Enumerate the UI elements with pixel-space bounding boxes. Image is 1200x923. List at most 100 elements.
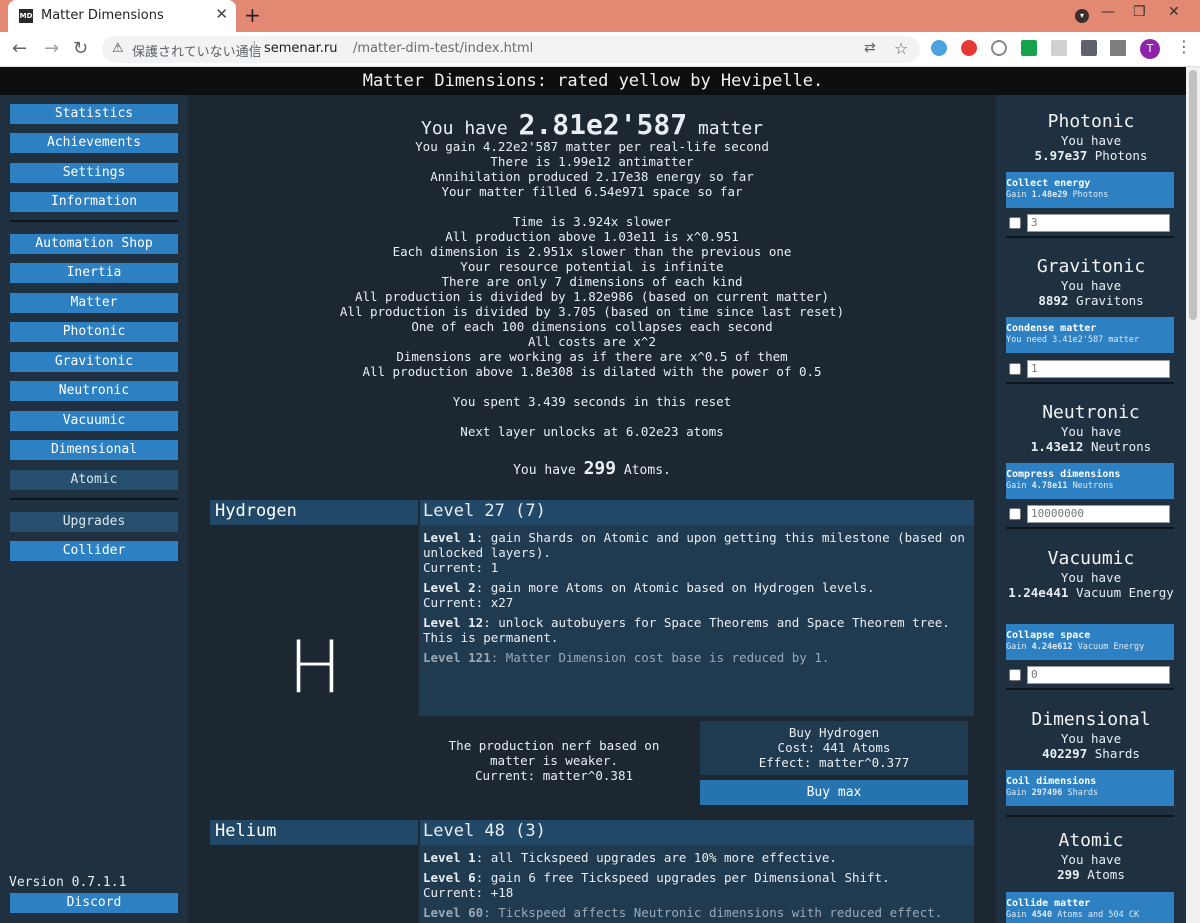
button-label: Compress dimensions xyxy=(1006,469,1121,480)
address-bar[interactable]: ⚠ 保護されていない通信 | semenar.ru /matter-dim-te… xyxy=(102,36,920,63)
resource-amount: 402297 xyxy=(1042,746,1088,761)
tab-matter[interactable]: Matter xyxy=(10,293,178,313)
warning-icon: ⚠ xyxy=(112,41,124,56)
header-divider xyxy=(418,500,420,525)
page-title: Matter Dimensions: rated yellow by Hevip… xyxy=(0,67,1186,95)
button-sub: Gain 297496 Shards xyxy=(1006,788,1099,798)
translate-icon[interactable]: ⇄ xyxy=(864,40,876,56)
version-label: Version 0.7.1.1 xyxy=(9,875,127,890)
have-label: You have xyxy=(1060,852,1122,867)
buy-effect: Effect: matter^0.377 xyxy=(758,755,910,770)
more-menu-icon[interactable]: ⋮ xyxy=(1176,37,1192,56)
resource-amount: 8892 xyxy=(1038,293,1069,308)
browser-tab[interactable]: MD Matter Dimensions ✕ xyxy=(8,0,236,32)
tab-neutronic[interactable]: Neutronic xyxy=(10,381,178,401)
back-icon[interactable]: ← xyxy=(12,38,27,59)
autobuyer-checkbox[interactable] xyxy=(1009,217,1021,229)
buy-hydrogen-button[interactable]: Buy Hydrogen Cost: 441 Atoms Effect: mat… xyxy=(700,721,968,775)
spent-time: You spent 3.439 seconds in this reset xyxy=(452,394,732,409)
scrollbar-thumb[interactable] xyxy=(1189,70,1197,320)
checkmark-icon[interactable] xyxy=(1021,40,1037,56)
achievements-button[interactable]: Achievements xyxy=(10,133,178,153)
close-tab-icon[interactable]: ✕ xyxy=(215,5,228,23)
have-label: You have xyxy=(1060,570,1122,585)
compress-dimensions-button[interactable]: Compress dimensions Gain 4.78e11 Neutron… xyxy=(1006,463,1174,499)
tab-search-icon[interactable]: ▾ xyxy=(1075,9,1089,23)
media-queue-icon[interactable] xyxy=(1110,40,1126,56)
have-suffix: matter xyxy=(697,118,763,139)
autobuyer-input[interactable]: 3 xyxy=(1027,214,1170,232)
tab-automation-shop[interactable]: Automation Shop xyxy=(10,234,178,254)
panel-title: Dimensional xyxy=(1031,709,1151,730)
reload-icon[interactable]: ↻ xyxy=(73,38,88,59)
challenge-line: Dimensions are working as if there are x… xyxy=(396,349,788,364)
challenge-line: Your resource potential is infinite xyxy=(460,259,724,274)
tab-dimensional[interactable]: Dimensional xyxy=(10,440,178,460)
nerf-line: matter is weaker. xyxy=(490,753,618,768)
photonic-panel: Photonic You have 5.97e37 Photons xyxy=(996,111,1186,163)
tab-upgrades[interactable]: Upgrades xyxy=(10,512,178,532)
information-button[interactable]: Information xyxy=(10,192,178,212)
condense-matter-button[interactable]: Condense matter You need 3.41e2'587 matt… xyxy=(1006,317,1174,353)
autobuyer-checkbox[interactable] xyxy=(1009,363,1021,375)
milestone-current: Current: +18 xyxy=(423,885,514,900)
atoms-summary: You have 299 Atoms. xyxy=(188,460,996,479)
puzzle-icon[interactable] xyxy=(1081,40,1097,56)
collect-energy-button[interactable]: Collect energy Gain 1.48e29 Photons xyxy=(1006,172,1174,208)
discord-button[interactable]: Discord xyxy=(10,893,178,913)
coil-dimensions-button[interactable]: Coil dimensions Gain 297496 Shards xyxy=(1006,770,1174,806)
button-label: Collect energy xyxy=(1006,178,1091,189)
milestone-level: Level 6 xyxy=(423,870,476,885)
panel-title: Vacuumic xyxy=(1047,548,1135,569)
minimize-icon[interactable]: — xyxy=(1101,4,1115,20)
tab-photonic[interactable]: Photonic xyxy=(10,322,178,342)
collide-matter-button[interactable]: Collide matter Gain 4540 Atoms and 504 C… xyxy=(1006,892,1174,923)
buy-max-button[interactable]: Buy max xyxy=(700,780,968,805)
resource-line: 5.97e37 Photons xyxy=(996,148,1186,163)
milestone: Level 1: all Tickspeed upgrades are 10% … xyxy=(423,850,968,865)
sidebar-divider xyxy=(10,220,178,222)
autobuyer-input[interactable]: 10000000 xyxy=(1027,505,1170,523)
window-icon[interactable] xyxy=(1051,40,1067,56)
resource-amount: 1.43e12 xyxy=(1030,439,1084,454)
collapse-space-button[interactable]: Collapse space Gain 4.24e612 Vacuum Ener… xyxy=(1006,624,1174,660)
page-scrollbar[interactable] xyxy=(1186,67,1200,923)
headphones-icon[interactable] xyxy=(991,40,1007,56)
resource-amount: 1.24e441 xyxy=(1008,585,1069,600)
button-label: Collide matter xyxy=(1006,898,1091,909)
tab-atomic[interactable]: Atomic xyxy=(10,470,178,490)
avatar[interactable]: T xyxy=(1140,39,1160,59)
element-name: Helium xyxy=(215,821,277,841)
restore-icon[interactable]: ❐ xyxy=(1133,4,1146,20)
panel-title: Atomic xyxy=(1058,830,1124,851)
tab-vacuumic[interactable]: Vacuumic xyxy=(10,411,178,431)
autobuyer-checkbox[interactable] xyxy=(1009,669,1021,681)
tab-collider[interactable]: Collider xyxy=(10,541,178,561)
new-tab-icon[interactable]: + xyxy=(244,3,261,27)
nerf-line: The production nerf based on xyxy=(448,738,660,753)
resource-unit: Gravitons xyxy=(1075,293,1144,308)
bookmark-star-icon[interactable]: ☆ xyxy=(894,39,908,58)
autobuyer-input[interactable]: 0 xyxy=(1027,666,1170,684)
extension-icon[interactable] xyxy=(931,40,947,56)
milestone: Level 12: unlock autobuyers for Space Th… xyxy=(423,615,968,645)
autobuyer-checkbox[interactable] xyxy=(1009,508,1021,520)
adblock-icon[interactable] xyxy=(961,40,977,56)
resource-unit: Vacuum Energy xyxy=(1075,585,1174,600)
forward-icon[interactable]: → xyxy=(44,38,59,59)
challenge-line: Time is 3.924x slower xyxy=(512,214,672,229)
resource-line: 299 Atoms xyxy=(996,867,1186,882)
gravitonic-panel: Gravitonic You have 8892 Gravitons xyxy=(996,256,1186,308)
helium-header: Helium Level 48 (3) xyxy=(210,820,974,845)
challenge-line: All production is divided by 3.705 (base… xyxy=(339,304,845,319)
dimensional-panel: Dimensional You have 402297 Shards xyxy=(996,709,1186,761)
tab-inertia[interactable]: Inertia xyxy=(10,263,178,283)
next-layer: Next layer unlocks at 6.02e23 atoms xyxy=(460,424,724,439)
settings-button[interactable]: Settings xyxy=(10,163,178,183)
panel-title: Gravitonic xyxy=(1036,256,1146,277)
tab-title: Matter Dimensions xyxy=(41,8,164,23)
autobuyer-input[interactable]: 1 xyxy=(1027,360,1170,378)
tab-gravitonic[interactable]: Gravitonic xyxy=(10,352,178,372)
statistics-button[interactable]: Statistics xyxy=(10,104,178,124)
close-window-icon[interactable]: ✕ xyxy=(1168,4,1180,20)
